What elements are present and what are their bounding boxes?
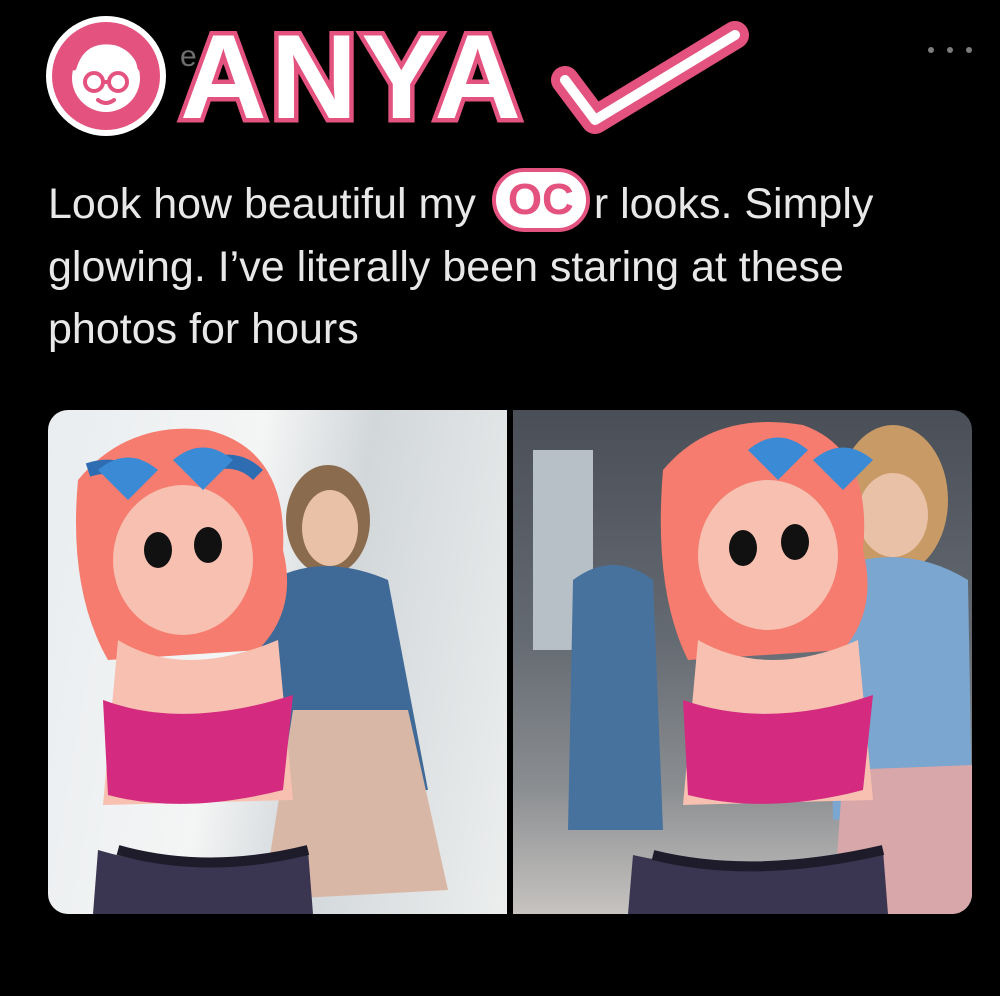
photo-right[interactable]	[513, 410, 972, 914]
scribble-name-text: ANYA	[180, 10, 525, 144]
media-grid	[48, 410, 972, 914]
ellipsis-icon[interactable]	[928, 40, 972, 60]
avatar[interactable]	[52, 22, 160, 130]
photo-left[interactable]	[48, 410, 507, 914]
name-scribble: ANYA	[176, 6, 749, 149]
cartoon-face-icon	[71, 39, 143, 112]
oc-overlay: OC	[491, 168, 590, 232]
tweet-text-before: Look how beautiful my	[48, 180, 476, 228]
tweet-post: e S ANYA Look how beautiful my OC r looks…	[0, 0, 1000, 996]
tweet-text: Look how beautiful my OC r looks. Simply …	[48, 168, 968, 360]
